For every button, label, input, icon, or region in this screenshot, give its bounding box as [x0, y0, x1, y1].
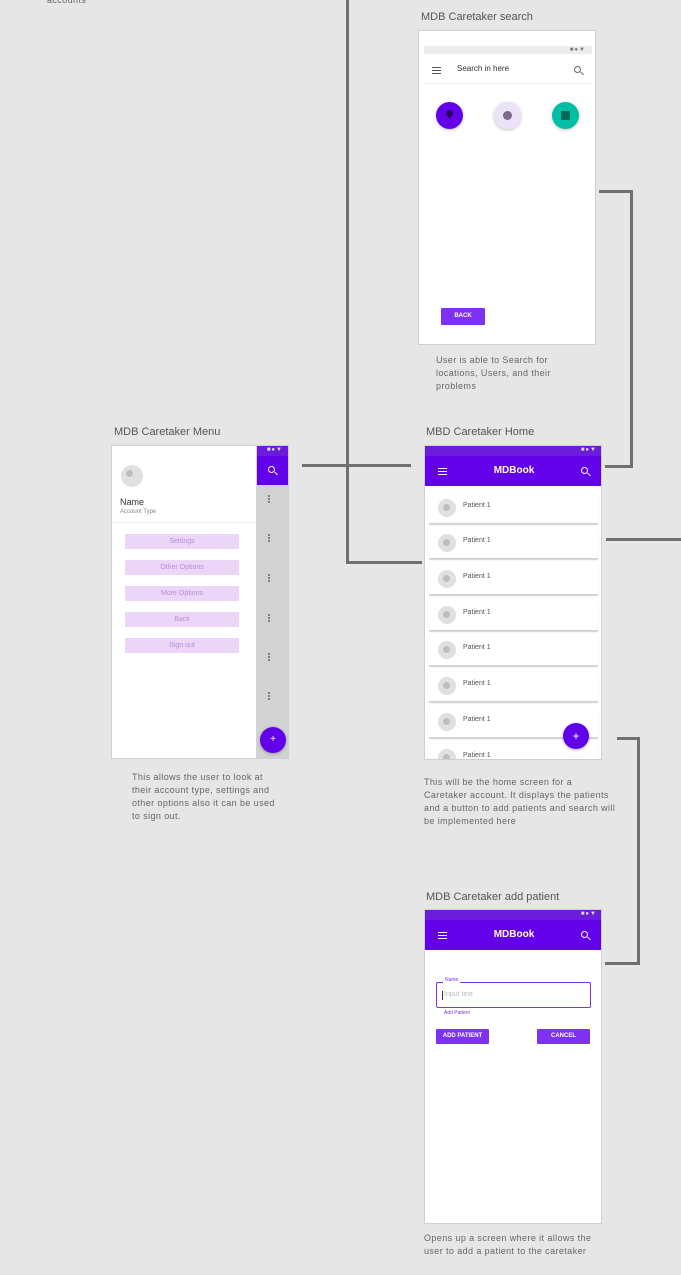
avatar	[438, 641, 456, 659]
status-bar: ■●▼	[257, 446, 288, 456]
connector-line	[346, 561, 422, 564]
more-options-icon[interactable]	[268, 495, 270, 503]
more-options-icon[interactable]	[268, 653, 270, 661]
name-field[interactable]: Name Input text	[436, 977, 591, 1008]
name-input[interactable]: Input text	[444, 991, 473, 998]
list-item[interactable]: Patient 1	[429, 564, 598, 594]
search-icon[interactable]	[268, 466, 275, 473]
app-bar: MDBook	[425, 920, 601, 950]
back-button[interactable]: BACK	[441, 308, 485, 325]
menu-item-other-options[interactable]: Other Options	[125, 560, 239, 575]
avatar	[438, 677, 456, 695]
more-options-icon[interactable]	[268, 692, 270, 700]
search-screen-frame: ■●▼ Search in here BACK	[418, 30, 596, 345]
status-icons: ■●▼	[569, 47, 586, 53]
search-bar[interactable]: Search in here	[424, 55, 592, 84]
home-screen-frame: ■●▼ MDBook Patient 1 Patient 1 Patient 1…	[424, 445, 602, 760]
connector-line	[630, 190, 633, 468]
status-icons: ■●▼	[266, 447, 283, 453]
helper-text: Add Patient	[444, 1010, 470, 1016]
add-patient-fab-button[interactable]: +	[563, 723, 589, 749]
add-patient-screen-title: MDB Caretaker add patient	[426, 891, 560, 903]
text-cursor	[442, 991, 443, 1000]
search-icon[interactable]	[574, 66, 581, 73]
user-name: Name	[120, 497, 145, 507]
status-icons: ■●▼	[580, 911, 597, 917]
avatar	[438, 713, 456, 731]
list-item[interactable]: Patient 1	[429, 600, 598, 630]
list-item[interactable]: Patient 1	[429, 493, 598, 523]
connector-line	[605, 962, 640, 965]
cancel-button[interactable]: CANCEL	[537, 1029, 590, 1044]
patient-name: Patient 1	[463, 573, 491, 580]
account-type: Account Type	[120, 509, 157, 515]
search-screen-title: MDB Caretaker search	[421, 11, 533, 23]
app-title: MDBook	[493, 929, 535, 940]
add-patient-screen-description: Opens up a screen where it allows the us…	[424, 1233, 592, 1256]
search-screen-description: User is able to Search for locations, Us…	[436, 355, 551, 391]
search-icon[interactable]	[581, 931, 588, 938]
list-item[interactable]: Patient 1	[429, 528, 598, 558]
avatar	[121, 465, 143, 487]
partial-description: accounts	[47, 0, 87, 5]
search-icon[interactable]	[581, 467, 588, 474]
connector-line	[302, 464, 411, 467]
patient-name: Patient 1	[463, 502, 491, 509]
status-bar: ■●▼	[425, 446, 601, 456]
patient-name: Patient 1	[463, 680, 491, 687]
app-bar: MDBook	[425, 456, 601, 486]
list-item[interactable]: Patient 1	[429, 671, 598, 701]
patient-name: Patient 1	[463, 609, 491, 616]
menu-item-settings[interactable]: Settings	[125, 534, 239, 549]
more-options-icon[interactable]	[268, 574, 270, 582]
avatar	[438, 534, 456, 552]
connector-line	[637, 737, 640, 965]
connector-line	[605, 465, 633, 468]
app-bar	[257, 456, 288, 485]
menu-screen-title: MDB Caretaker Menu	[114, 426, 221, 438]
patient-name: Patient 1	[463, 716, 491, 723]
name-field-label: Name	[443, 977, 461, 983]
connector-line	[599, 190, 633, 193]
more-options-icon[interactable]	[268, 614, 270, 622]
connector-line	[606, 538, 681, 541]
menu-item-more-options[interactable]: More Options	[125, 586, 239, 601]
status-icons: ■●▼	[580, 447, 597, 453]
navigation-drawer: Name Account Type Settings Other Options…	[112, 446, 256, 758]
menu-item-back[interactable]: Back	[125, 612, 239, 627]
location-icon[interactable]	[436, 102, 463, 129]
more-options-icon[interactable]	[268, 534, 270, 542]
avatar	[438, 499, 456, 517]
menu-item-sign-out[interactable]: Sign out	[125, 638, 239, 653]
add-patient-screen-frame: ■●▼ MDBook Name Input text Add Patient A…	[424, 909, 602, 1224]
patient-name: Patient 1	[463, 537, 491, 544]
avatar	[438, 570, 456, 588]
avatar	[438, 749, 456, 759]
patient-name: Patient 1	[463, 752, 491, 759]
home-screen-description: This will be the home screen for a Caret…	[424, 777, 616, 826]
list-item[interactable]: Patient 1	[429, 635, 598, 665]
home-screen-title: MBD Caretaker Home	[426, 426, 535, 438]
status-bar: ■●▼	[425, 910, 601, 920]
user-icon[interactable]	[494, 102, 521, 129]
search-input[interactable]: Search in here	[457, 64, 509, 73]
patient-name: Patient 1	[463, 644, 491, 651]
hamburger-menu-icon[interactable]	[432, 67, 441, 76]
avatar	[438, 606, 456, 624]
status-bar: ■●▼	[424, 46, 592, 54]
connector-line	[346, 0, 349, 564]
menu-screen-frame: ■●▼ + Name Account Type Settings Other O…	[111, 445, 289, 759]
problems-icon[interactable]	[552, 102, 579, 129]
app-title: MDBook	[493, 465, 535, 476]
add-fab-button[interactable]: +	[260, 727, 286, 753]
divider	[112, 522, 256, 523]
menu-screen-description: This allows the user to look at their ac…	[132, 772, 275, 821]
add-patient-button[interactable]: ADD PATIENT	[436, 1029, 489, 1044]
